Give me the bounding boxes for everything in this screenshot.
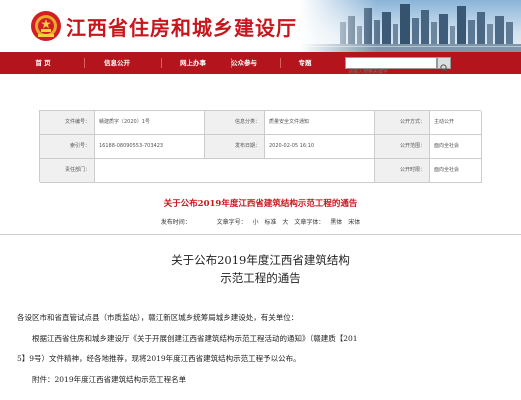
search-box (345, 57, 437, 77)
nav-divider (280, 58, 281, 68)
font-size-standard[interactable]: 标准 (264, 219, 276, 226)
public-scope-value: 面向全社会 (430, 135, 482, 158)
font-size-small[interactable]: 小 (253, 219, 259, 226)
publish-date-label: 发布日期： (205, 135, 265, 158)
nav-topics[interactable]: 专题 (290, 52, 320, 74)
time-limit-value: 面向全社会 (430, 159, 482, 182)
site-title[interactable]: 江西省住房和城乡建设厅 (66, 12, 297, 41)
nav-home[interactable]: 首 页 (18, 52, 68, 74)
body-paragraph: 根据江西省住房和城乡建设厅《关于开展创建江西省建筑结构示范工程活动的通知》（赣建… (32, 334, 358, 343)
nav-divider (161, 58, 162, 68)
search-button[interactable] (437, 57, 451, 72)
document-heading-line: 示范工程的通告 (220, 271, 301, 285)
agency-value (95, 159, 375, 182)
time-limit-label: 公开时限： (375, 159, 430, 182)
national-emblem-icon[interactable] (30, 10, 62, 42)
nav-public-participation[interactable]: 公众参与 (219, 52, 269, 74)
document-info-table: 文件编号： 赣建质字〔2020〕1号 信息分类： 质量安全文件通知 公开方式： … (39, 110, 482, 183)
site-header: 江西省住房和城乡建设厅 (0, 0, 521, 52)
font-face-label: 文章字体： (294, 219, 325, 226)
article-meta: 发布时间： 文章字号： 小 标准 大 文章字体： 黑体 宋体 (0, 217, 521, 226)
attachment-link[interactable]: 附件：2019年度江西省建筑结构示范工程名单 (32, 374, 186, 385)
document-heading-line: 关于公布2019年度江西省建筑结构 (171, 253, 350, 267)
public-method-label: 公开方式： (375, 111, 430, 134)
font-face-hei[interactable]: 黑体 (330, 219, 342, 226)
font-size-label: 文章字号： (216, 219, 247, 226)
publish-date-value: 2020-02-05 16:10 (265, 135, 375, 158)
font-size-large[interactable]: 大 (282, 219, 288, 226)
info-row: 责任部门： 公开时限： 面向全社会 (40, 159, 482, 183)
nav-online-service[interactable]: 网上办事 (168, 52, 218, 74)
public-scope-label: 公开范围： (375, 135, 430, 158)
doc-number-label: 文件编号： (40, 111, 95, 134)
nav-divider (84, 58, 85, 68)
publish-time-label: 发布时间： (160, 219, 191, 226)
article-title: 关于公布2019年度江西省建筑结构示范工程的通告 (163, 199, 358, 209)
body-paragraph: 5】9号）文件精神，经各地推荐，现将2019年度江西省建筑结构示范工程予以公布。 (17, 354, 301, 363)
divider (0, 234, 521, 235)
font-face-song[interactable]: 宋体 (348, 219, 360, 226)
city-skyline-banner (300, 0, 521, 52)
nav-info-public[interactable]: 信息公开 (92, 52, 142, 74)
info-row: 文件编号： 赣建质字〔2020〕1号 信息分类： 质量安全文件通知 公开方式： … (40, 111, 482, 135)
document-heading: 关于公布2019年度江西省建筑结构 示范工程的通告 (0, 251, 521, 287)
index-number-value: 16188-08090553-703423 (95, 135, 205, 158)
category-value: 质量安全文件通知 (265, 111, 375, 134)
doc-number-value: 赣建质字〔2020〕1号 (95, 111, 205, 134)
agency-label: 责任部门： (40, 159, 95, 182)
search-icon (440, 64, 448, 72)
category-label: 信息分类： (205, 111, 265, 134)
info-row: 索引号： 16188-08090553-703423 发布日期： 2020-02… (40, 135, 482, 159)
search-input[interactable] (346, 67, 436, 77)
salutation-paragraph: 各设区市和省直管试点县（市质监站），赣江新区城乡统筹局城乡建设处，有关单位： (17, 313, 299, 322)
index-number-label: 索引号： (40, 135, 95, 158)
public-method-value: 主动公开 (430, 111, 482, 134)
